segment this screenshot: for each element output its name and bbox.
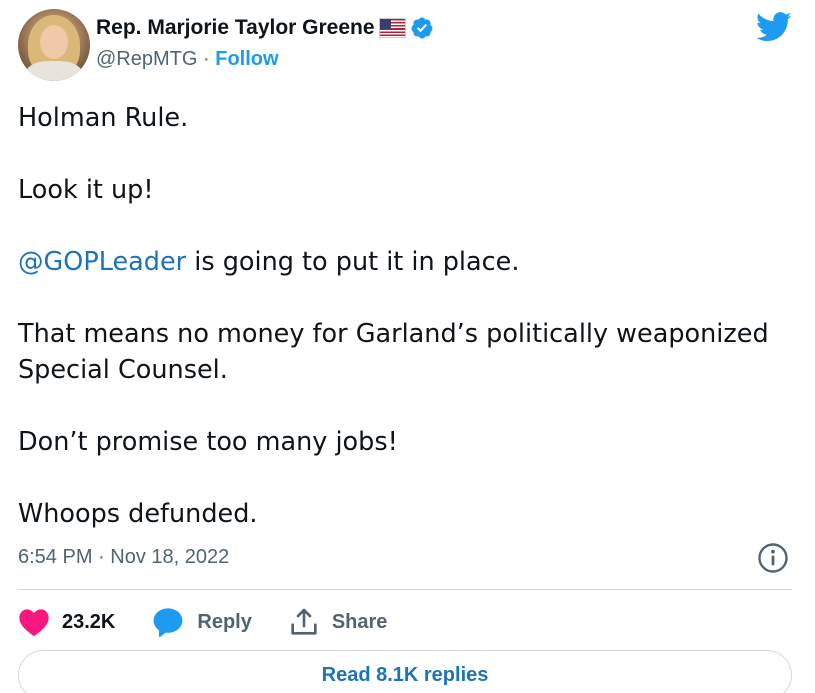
like-button[interactable]: 23.2K (18, 607, 115, 637)
tweet-paragraph: Whoops defunded. (18, 499, 258, 529)
follow-button[interactable]: Follow (215, 48, 278, 70)
author-handle[interactable]: @RepMTG (96, 48, 197, 70)
divider (18, 589, 792, 590)
tweet-paragraph: @GOPLeader is going to put it in place. (18, 244, 798, 280)
share-icon (291, 608, 317, 635)
tweet-paragraph: Don’t promise too many jobs! (18, 427, 398, 457)
avatar[interactable] (18, 9, 90, 81)
author-display-name[interactable]: Rep. Marjorie Taylor Greene (96, 16, 375, 40)
tweet-text: Holman Rule. Look it up! @GOPLeader is g… (18, 100, 798, 532)
reply-button[interactable]: Reply (151, 606, 252, 638)
avatar-face (40, 25, 68, 59)
author-handle-row: @RepMTG · Follow (96, 48, 279, 71)
info-icon[interactable] (757, 542, 789, 574)
read-replies-button[interactable]: Read 8.1K replies (18, 650, 792, 693)
us-flag-icon (378, 18, 406, 38)
twitter-bird-icon[interactable] (756, 12, 792, 42)
separator: · (203, 48, 210, 70)
share-label: Share (331, 610, 388, 633)
tweet-paragraph: Holman Rule. (18, 103, 189, 133)
reply-label: Reply (197, 610, 252, 633)
mention-link[interactable]: @GOPLeader (18, 247, 186, 277)
tweet-paragraph-text: is going to put it in place. (186, 247, 520, 277)
tweet-paragraph: Look it up! (18, 175, 154, 205)
verified-badge-icon (411, 17, 433, 39)
tweet-actions: 23.2K Reply Share (18, 602, 423, 642)
share-button[interactable]: Share (288, 606, 388, 638)
reply-bubble-icon (153, 608, 183, 638)
author-name-row: Rep. Marjorie Taylor Greene (96, 16, 434, 40)
like-count: 23.2K (62, 610, 116, 633)
tweet-paragraph: That means no money for Garland’s politi… (18, 319, 769, 385)
heart-icon (19, 609, 49, 637)
avatar-body (26, 61, 82, 81)
tweet-timestamp[interactable]: 6:54 PM · Nov 18, 2022 (18, 546, 229, 569)
